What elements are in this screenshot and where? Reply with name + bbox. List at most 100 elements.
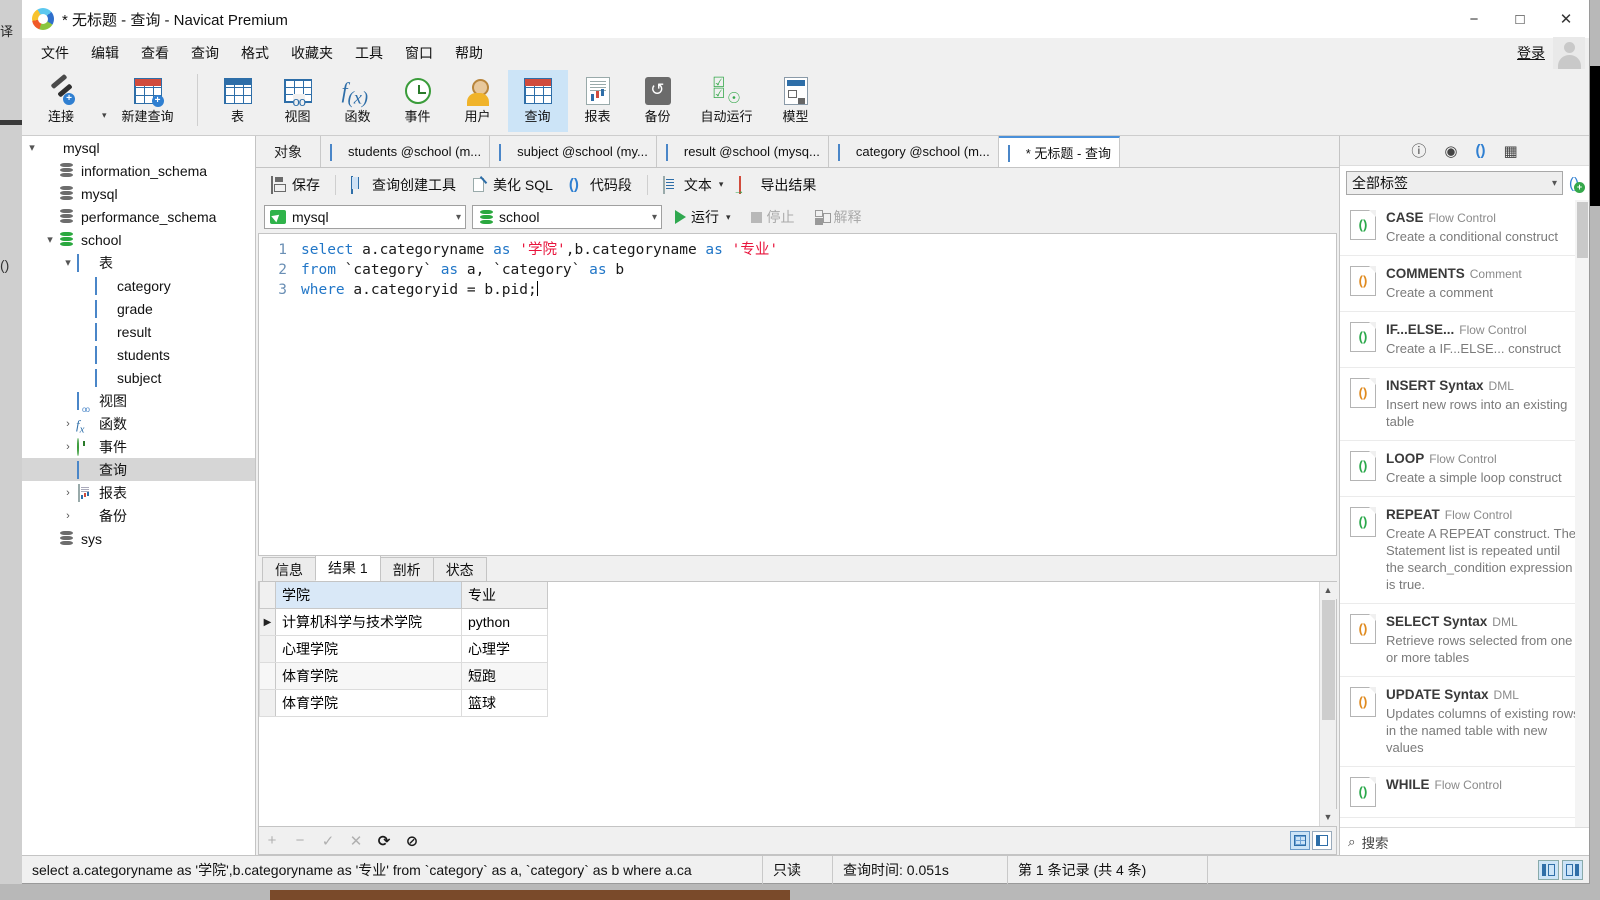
menu-query[interactable]: 查询 — [180, 39, 230, 67]
result-tab-3[interactable]: 状态 — [432, 557, 487, 581]
tree-twisty-icon[interactable]: ▾ — [42, 233, 58, 246]
snippet-tag-select[interactable]: 全部标签 ▾ — [1346, 171, 1563, 195]
tree-twisty-icon[interactable]: ▾ — [60, 256, 76, 269]
sidebar-item-函数[interactable]: › fx 函数 — [22, 412, 255, 436]
cancel-record-icon[interactable]: ✕ — [347, 832, 365, 850]
grid-view-toggle[interactable] — [1290, 831, 1310, 850]
toolbar-connection[interactable]: + 连接 — [22, 70, 100, 132]
snippet-item-3[interactable]: () INSERT Syntax DML Insert new rows into a… — [1340, 368, 1589, 441]
stop-load-icon[interactable]: ⊘ — [403, 832, 421, 850]
sidebar-item-mysql[interactable]: ▾ mysql — [22, 136, 255, 159]
add-snippet-icon[interactable]: () + — [1569, 175, 1585, 193]
toolbar-view[interactable]: 视图 — [268, 70, 328, 132]
menu-help[interactable]: 帮助 — [444, 39, 494, 67]
sidebar-item-category[interactable]: category — [22, 274, 255, 297]
run-button[interactable]: 运行 ▾ — [668, 204, 738, 230]
chevron-down-icon[interactable]: ▾ — [726, 212, 731, 223]
sidebar-item-事件[interactable]: › 事件 — [22, 435, 255, 458]
snippet-item-2[interactable]: () IF...ELSE... Flow Control Create a IF...… — [1340, 312, 1589, 368]
sql-code-area[interactable]: select a.categoryname as '学院',b.category… — [295, 234, 1336, 555]
toggle-right-panel-button[interactable] — [1562, 859, 1583, 880]
table-cell[interactable]: 体育学院 — [275, 689, 462, 717]
document-tab-3[interactable]: category @school (m... — [828, 136, 999, 167]
table-row[interactable]: 体育学院 短跑 — [259, 662, 548, 690]
snippet-item-8[interactable]: () WHILE Flow Control — [1340, 767, 1589, 818]
menu-window[interactable]: 窗口 — [394, 39, 444, 67]
scrollbar-thumb[interactable] — [1577, 202, 1588, 258]
connection-select[interactable]: mysql ▾ — [264, 205, 466, 229]
remove-record-icon[interactable]: − — [291, 832, 309, 849]
explain-button[interactable]: 解释 — [808, 204, 869, 230]
column-header-0[interactable]: 学院 — [275, 582, 462, 609]
sidebar-item-school[interactable]: ▾ school — [22, 228, 255, 251]
minimize-button[interactable]: − — [1451, 0, 1497, 38]
apply-record-icon[interactable]: ✓ — [319, 832, 337, 850]
maximize-button[interactable]: □ — [1497, 0, 1543, 38]
column-header-1[interactable]: 专业 — [461, 582, 548, 609]
sidebar-item-subject[interactable]: subject — [22, 366, 255, 389]
export-result-button[interactable]: 导出结果 — [732, 171, 823, 199]
scrollbar-thumb[interactable] — [1321, 600, 1335, 720]
tree-twisty-icon[interactable]: › — [60, 510, 76, 522]
structure-icon[interactable]: ▦ — [1503, 142, 1517, 160]
table-row[interactable]: ▶ 计算机科学与技术学院 python — [259, 608, 548, 636]
sidebar-item-表[interactable]: ▾ 表 — [22, 251, 255, 274]
login-link[interactable]: 登录 — [1517, 43, 1545, 63]
database-select[interactable]: school ▾ — [472, 205, 662, 229]
toolbar-query[interactable]: 查询 — [507, 70, 568, 132]
table-row[interactable]: 体育学院 篮球 — [259, 689, 548, 717]
scroll-up-icon[interactable]: ▲ — [1319, 582, 1337, 599]
document-tab-2[interactable]: result @school (mysq... — [656, 136, 829, 167]
table-cell[interactable]: 心理学院 — [275, 635, 462, 663]
snippet-item-6[interactable]: () SELECT Syntax DML Retrieve rows selected… — [1340, 604, 1589, 677]
snippet-item-1[interactable]: () COMMENTS Comment Create a comment — [1340, 256, 1589, 312]
eye-icon[interactable]: ◉ — [1444, 142, 1457, 160]
tree-twisty-icon[interactable]: › — [60, 441, 76, 453]
document-tab-0[interactable]: students @school (m... — [321, 136, 491, 167]
avatar[interactable] — [1553, 37, 1585, 69]
snippet-item-0[interactable]: () CASE Flow Control Create a conditional c… — [1340, 200, 1589, 256]
scroll-down-icon[interactable]: ▼ — [1319, 809, 1337, 826]
toolbar-automation[interactable]: 自动运行 — [688, 70, 766, 132]
toolbar-table[interactable]: 表 — [208, 70, 268, 132]
query-builder-button[interactable]: 查询创建工具 — [344, 171, 463, 199]
table-cell[interactable]: 计算机科学与技术学院 — [275, 608, 462, 636]
sidebar-item-performance_schema[interactable]: performance_schema — [22, 205, 255, 228]
table-cell[interactable]: 体育学院 — [275, 662, 462, 690]
sidebar-item-students[interactable]: students — [22, 343, 255, 366]
document-tab-4[interactable]: * 无标题 - 查询 — [998, 136, 1120, 167]
toolbar-new-query[interactable]: + 新建查询 — [109, 70, 187, 132]
result-table[interactable]: 学院 专业 ▶ 计算机科学与技术学院 python 心理学院 心理学 体育学院 短跑 体育学院 篮球 — [259, 582, 548, 717]
result-tab-1[interactable]: 结果 1 — [315, 555, 381, 581]
toolbar-report[interactable]: 报表 — [568, 70, 628, 132]
tree-twisty-icon[interactable]: ▾ — [24, 141, 40, 154]
table-cell[interactable]: python — [461, 608, 548, 636]
document-tab-1[interactable]: subject @school (my... — [490, 136, 657, 167]
snippet-list[interactable]: () CASE Flow Control Create a conditional c… — [1340, 200, 1589, 827]
snippet-item-4[interactable]: () LOOP Flow Control Create a simple loop c… — [1340, 441, 1589, 497]
snippet-icon[interactable]: () — [1475, 142, 1485, 159]
info-icon[interactable]: ⓘ — [1411, 140, 1426, 161]
connection-dropdown-icon[interactable]: ▾ — [102, 84, 107, 121]
menu-file[interactable]: 文件 — [30, 39, 80, 67]
menu-edit[interactable]: 编辑 — [80, 39, 130, 67]
sidebar-item-information_schema[interactable]: information_schema — [22, 159, 255, 182]
table-cell[interactable]: 短跑 — [461, 662, 548, 690]
toolbar-backup[interactable]: 备份 — [628, 70, 688, 132]
sidebar-item-报表[interactable]: › 报表 — [22, 481, 255, 504]
sql-editor[interactable]: 1 2 3 select a.categoryname as '学院',b.cate… — [258, 233, 1337, 555]
table-row[interactable]: 心理学院 心理学 — [259, 635, 548, 663]
menu-favorites[interactable]: 收藏夹 — [280, 39, 344, 67]
menu-tools[interactable]: 工具 — [344, 39, 394, 67]
table-cell[interactable]: 心理学 — [461, 635, 548, 663]
toolbar-function[interactable]: f(x) 函数 — [328, 70, 388, 132]
result-tab-2[interactable]: 剖析 — [379, 557, 434, 581]
code-snippet-button[interactable]: () 代码段 — [562, 171, 639, 199]
result-grid[interactable]: 学院 专业 ▶ 计算机科学与技术学院 python 心理学院 心理学 体育学院 短跑 体育学院 篮球 — [259, 582, 1319, 826]
toggle-left-panel-button[interactable] — [1538, 859, 1559, 880]
snippet-search[interactable]: ⌕ 搜索 — [1340, 827, 1589, 855]
close-button[interactable]: ✕ — [1543, 0, 1589, 38]
save-button[interactable]: 保存 — [264, 171, 327, 199]
toolbar-event[interactable]: 事件 — [388, 70, 448, 132]
navigation-sidebar[interactable]: ▾ mysql information_schema mysql performance… — [22, 136, 256, 855]
